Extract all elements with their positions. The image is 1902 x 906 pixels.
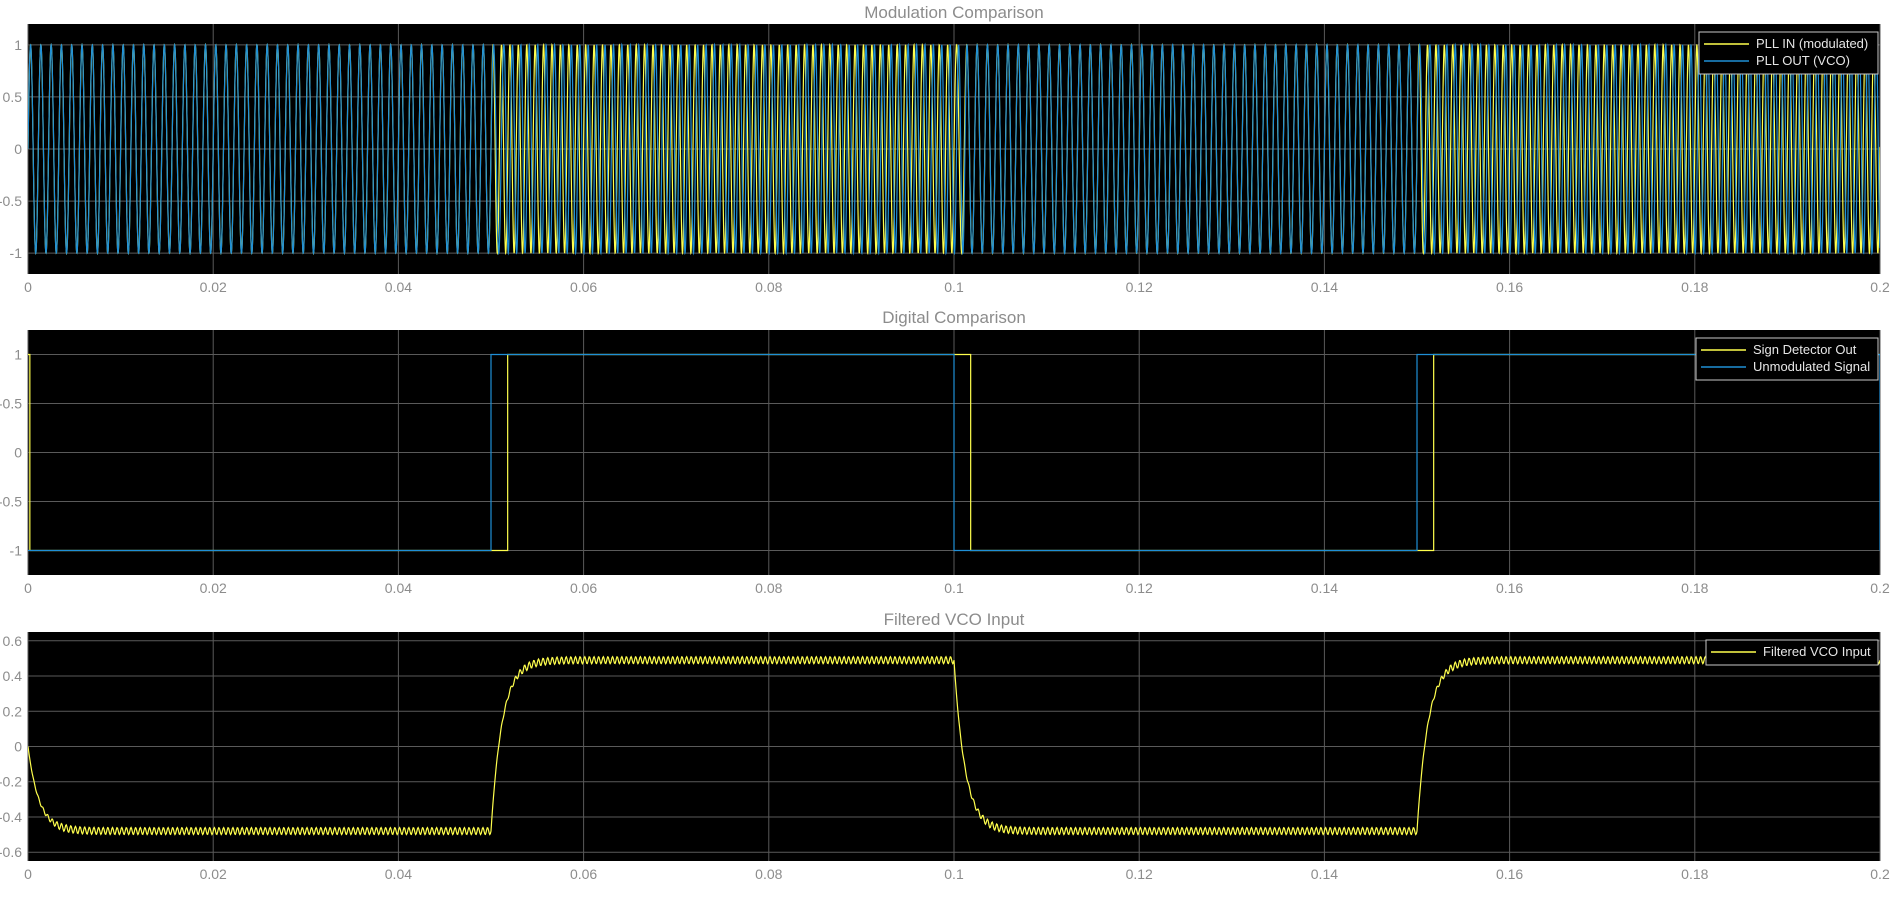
x-tick-label: 0.14 bbox=[1311, 279, 1338, 295]
x-tick-label: 0 bbox=[24, 866, 32, 882]
y-tick-label: 1 bbox=[14, 347, 22, 363]
x-tick-label: 0.16 bbox=[1496, 580, 1523, 596]
x-tick-label: 0.12 bbox=[1126, 866, 1153, 882]
x-tick-label: 0.16 bbox=[1496, 279, 1523, 295]
x-tick-label: 0.1 bbox=[944, 279, 964, 295]
y-tick-label: -1 bbox=[10, 543, 23, 559]
x-tick-label: 0.06 bbox=[570, 580, 597, 596]
y-tick-label: -0.5 bbox=[0, 396, 22, 412]
y-tick-label: 0.4 bbox=[3, 668, 23, 684]
y-tick-label: -0.5 bbox=[0, 193, 22, 209]
subplot-2: Digital Comparison 0 0.02 0.04 0.06 0.08 0.1 0.… bbox=[0, 308, 1890, 596]
y-tick-label: 1 bbox=[14, 37, 22, 53]
legend-entry-label: Unmodulated Signal bbox=[1753, 359, 1870, 374]
x-tick-label: 0.04 bbox=[385, 279, 412, 295]
y-tick-label: -1 bbox=[10, 245, 23, 261]
y-tick-label: 0.5 bbox=[3, 89, 23, 105]
x-tick-label: 0 bbox=[24, 279, 32, 295]
legend-entry-label: PLL IN (modulated) bbox=[1756, 36, 1868, 51]
x-tick-label: 0.02 bbox=[200, 580, 227, 596]
x-tick-label: 0.1 bbox=[944, 866, 964, 882]
x-tick-label: 0.02 bbox=[200, 866, 227, 882]
legend: PLL IN (modulated) PLL OUT (VCO) bbox=[1698, 31, 1879, 75]
figure: Modulation Comparison 0 0.02 0.04 0.06 0.08 0.… bbox=[0, 3, 1890, 882]
x-tick-label: 0.12 bbox=[1126, 580, 1153, 596]
subplot-1: Modulation Comparison 0 0.02 0.04 0.06 0.08 0.… bbox=[0, 3, 1890, 295]
y-tick-label: -0.2 bbox=[0, 774, 22, 790]
legend-entry-label: Sign Detector Out bbox=[1753, 342, 1857, 357]
x-tick-label: 0.2 bbox=[1870, 866, 1890, 882]
x-tick-label: 0.18 bbox=[1681, 866, 1708, 882]
x-tick-label: 0.18 bbox=[1681, 580, 1708, 596]
x-tick-label: 0.1 bbox=[944, 580, 964, 596]
x-tick-label: 0.14 bbox=[1311, 866, 1338, 882]
chart-title: Modulation Comparison bbox=[864, 3, 1044, 22]
y-tick-label: -0.6 bbox=[0, 844, 22, 860]
x-tick-label: 0.06 bbox=[570, 279, 597, 295]
legend-entry-label: PLL OUT (VCO) bbox=[1756, 53, 1850, 68]
y-tick-label: -0.5 bbox=[0, 494, 22, 510]
x-tick-label: 0.02 bbox=[200, 279, 227, 295]
x-tick-label: 0.16 bbox=[1496, 866, 1523, 882]
legend: Sign Detector Out Unmodulated Signal bbox=[1695, 337, 1879, 381]
x-tick-label: 0.08 bbox=[755, 580, 782, 596]
legend-entry-label: Filtered VCO Input bbox=[1763, 644, 1871, 659]
y-tick-label: 0 bbox=[14, 141, 22, 157]
subplot-3: Filtered VCO Input 0 0.02 0.04 0.06 0.08 0.1 0.… bbox=[0, 610, 1890, 882]
chart-title: Digital Comparison bbox=[882, 308, 1026, 327]
x-tick-label: 0.08 bbox=[755, 279, 782, 295]
x-tick-label: 0.14 bbox=[1311, 580, 1338, 596]
x-tick-label: 0.12 bbox=[1126, 279, 1153, 295]
legend: Filtered VCO Input bbox=[1705, 639, 1879, 666]
y-tick-label: 0.2 bbox=[3, 703, 23, 719]
x-tick-label: 0.04 bbox=[385, 580, 412, 596]
x-tick-label: 0.04 bbox=[385, 866, 412, 882]
y-tick-label: 0 bbox=[14, 739, 22, 755]
y-tick-label: 0 bbox=[14, 445, 22, 461]
chart-title: Filtered VCO Input bbox=[884, 610, 1025, 629]
y-tick-label: -0.4 bbox=[0, 809, 22, 825]
x-tick-label: 0.08 bbox=[755, 866, 782, 882]
x-tick-label: 0.18 bbox=[1681, 279, 1708, 295]
x-tick-label: 0 bbox=[24, 580, 32, 596]
x-tick-label: 0.2 bbox=[1870, 580, 1890, 596]
x-tick-label: 0.2 bbox=[1870, 279, 1890, 295]
y-tick-label: 0.6 bbox=[3, 633, 23, 649]
x-tick-label: 0.06 bbox=[570, 866, 597, 882]
